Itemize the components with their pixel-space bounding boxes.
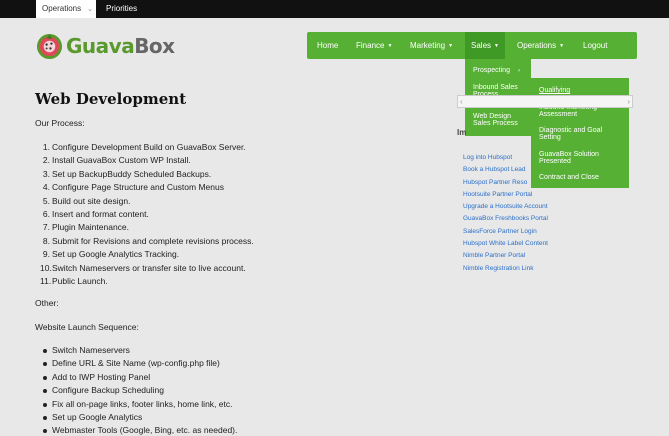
sidebar-link[interactable]: Hubspot White Label Content <box>463 238 548 250</box>
submenu-item-diagnostic[interactable]: Diagnostic and Goal Setting <box>539 127 619 141</box>
process-step: 4Configure Page Structure and Custom Men… <box>43 181 254 194</box>
nav-finance-label: Finance <box>356 41 385 50</box>
sidebar-link[interactable]: Nimble Registration Link <box>463 263 548 275</box>
guava-logo-icon <box>36 33 63 59</box>
submenu-item-contract[interactable]: Contract and Close <box>539 174 599 181</box>
nav-operations-label: Operations <box>517 41 557 50</box>
nav-sales-label: Sales <box>471 41 492 50</box>
process-step: 6Insert and format content. <box>43 208 254 221</box>
launch-item: Fix all on-page links, footer links, hom… <box>42 398 237 411</box>
nav-logout[interactable]: Logout <box>583 32 607 59</box>
process-steps-list: 1Configure Development Build on GuavaBox… <box>40 141 254 288</box>
sidebar-link[interactable]: Book a Hubspot Lead <box>463 164 548 176</box>
submenu-item-qualifying[interactable]: Qualifying <box>539 87 570 94</box>
nav-home[interactable]: Home <box>317 32 338 59</box>
chevron-down-icon: ⌄ <box>87 6 94 13</box>
sidebar-link[interactable]: Log into Hubspot <box>463 152 548 164</box>
chevron-left-icon[interactable]: ‹ <box>460 97 463 106</box>
nav-sales[interactable]: Sales ▼ <box>465 32 505 59</box>
nav-marketing[interactable]: Marketing ▼ <box>410 32 453 59</box>
process-step: 8Submit for Revisions and complete revis… <box>43 235 254 248</box>
other-label: Other: <box>35 298 59 308</box>
tab-priorities[interactable]: Priorities <box>100 0 143 18</box>
sidebar-heading: Im <box>457 128 467 137</box>
process-step: 11Public Launch. <box>40 275 254 288</box>
tab-operations-label: Operations <box>42 4 82 13</box>
tab-operations[interactable]: Operations ⌄ <box>36 0 96 18</box>
sidebar-link[interactable]: GuavaBox Freshbooks Portal <box>463 213 548 225</box>
caret-down-icon: ▼ <box>559 43 565 49</box>
menu-item-web-design-sales[interactable]: Web Design Sales Process <box>473 113 525 127</box>
page-title: Web Development <box>35 90 187 108</box>
launch-item: Add to IWP Hosting Panel <box>42 371 237 384</box>
process-step: 1Configure Development Build on GuavaBox… <box>43 141 254 154</box>
chevron-right-icon[interactable]: › <box>627 97 630 106</box>
caret-down-icon: ▼ <box>448 43 454 49</box>
launch-sequence-list: Switch Nameservers Define URL & Site Nam… <box>42 344 237 436</box>
submenu-item-solution[interactable]: GuavaBox Solution Presented <box>539 151 619 165</box>
launch-item: Set up Google Analytics <box>42 411 237 424</box>
launch-item: Switch Nameservers <box>42 344 237 357</box>
launch-item: Define URL & Site Name (wp-config.php fi… <box>42 357 237 370</box>
sidebar-link[interactable]: Nimble Partner Portal <box>463 250 548 262</box>
launch-item: Webmaster Tools (Google, Bing, etc. as n… <box>42 424 237 436</box>
sidebar-link[interactable]: Hootsuite Partner Portal <box>463 189 548 201</box>
launch-item: Configure Backup Scheduling <box>42 384 237 397</box>
launch-sequence-heading: Website Launch Sequence: <box>35 322 139 332</box>
sidebar-link[interactable]: SalesForce Partner Login <box>463 226 548 238</box>
process-step: 9Set up Google Analytics Tracking. <box>43 248 254 261</box>
nav-home-label: Home <box>317 41 339 50</box>
sidebar-links: Log into Hubspot Book a Hubspot Lead Hub… <box>463 152 548 275</box>
menu-item-prospecting-label: Prospecting <box>473 67 510 74</box>
menu-item-prospecting[interactable]: Prospecting › <box>473 67 520 75</box>
caret-down-icon: ▼ <box>494 43 499 49</box>
process-step: 7Plugin Maintenance. <box>43 221 254 234</box>
sidebar-link[interactable]: Upgrade a Hootsuite Account <box>463 201 548 213</box>
chevron-right-icon: › <box>517 68 520 74</box>
sidebar-search-box[interactable]: ‹ › <box>457 95 633 108</box>
logo-text-guava: Guava <box>66 34 135 58</box>
sidebar-link[interactable]: Hubspot Partner Reso <box>463 177 548 189</box>
site-logo[interactable]: GuavaBox <box>36 32 175 60</box>
logo-text-box: Box <box>134 34 175 58</box>
nav-logout-label: Logout <box>583 41 608 50</box>
nav-marketing-label: Marketing <box>410 41 446 50</box>
process-step: 3Set up BackupBuddy Scheduled Backups. <box>43 168 254 181</box>
main-nav: Home Finance ▼ Marketing ▼ Sales ▼ Operatio… <box>307 32 637 59</box>
process-step: 10Switch Nameservers or transfer site to… <box>40 262 254 275</box>
top-bar: Operations ⌄ Priorities <box>0 0 669 18</box>
nav-finance[interactable]: Finance ▼ <box>356 32 392 59</box>
process-step: 5Build out site design. <box>43 195 254 208</box>
nav-operations[interactable]: Operations ▼ <box>517 32 564 59</box>
process-step: 2Install GuavaBox Custom WP Install. <box>43 154 254 167</box>
caret-down-icon: ▼ <box>387 43 393 49</box>
our-process-label: Our Process: <box>35 118 85 128</box>
